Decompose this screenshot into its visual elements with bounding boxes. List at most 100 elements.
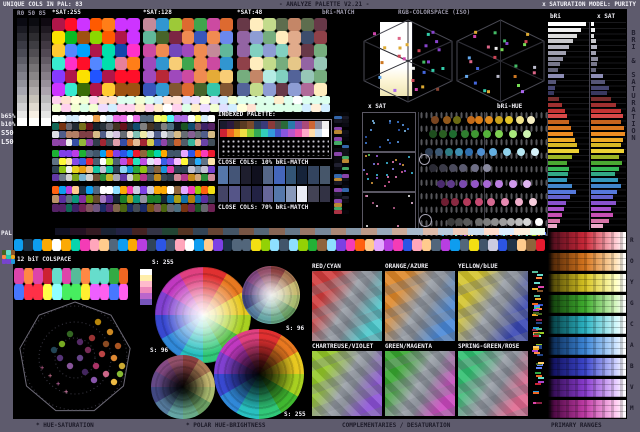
scatter-dot — [515, 198, 523, 206]
swatch — [254, 228, 270, 235]
hue-sat-dot — [102, 340, 110, 348]
cell — [92, 186, 100, 194]
cell — [106, 195, 114, 203]
cell — [70, 239, 81, 251]
cell — [114, 83, 128, 96]
cell — [119, 150, 127, 157]
tick — [537, 353, 544, 356]
dot — [400, 171, 403, 173]
cell — [52, 104, 62, 112]
swatch — [146, 228, 163, 235]
swatch — [285, 186, 297, 202]
cell — [208, 139, 215, 146]
swatch — [499, 228, 515, 235]
bri-match-label: bRi-MATCH — [322, 9, 355, 16]
cell — [383, 239, 394, 251]
cell — [89, 239, 100, 251]
cell — [126, 204, 134, 212]
swatch — [17, 41, 27, 49]
cell — [118, 239, 128, 251]
bri-bar — [548, 212, 562, 217]
cube-dot — [436, 87, 440, 91]
hue-sat-dot — [90, 376, 98, 384]
cell — [10, 250, 15, 255]
scatter-dot — [471, 164, 479, 172]
cell — [275, 44, 289, 57]
swatch — [41, 25, 51, 34]
cell — [283, 96, 293, 104]
cell — [478, 239, 489, 251]
scatter-ring-marker-2 — [419, 214, 432, 227]
ramp-column-85 — [41, 18, 51, 126]
cube-dot — [411, 79, 415, 82]
cell — [79, 150, 86, 157]
comp-label-spring-green-rose: SPRING-GREEN/ROSE — [458, 343, 520, 350]
sat-bar — [591, 189, 617, 194]
cell — [160, 158, 168, 165]
sat-bar — [591, 178, 618, 183]
swatch — [294, 121, 302, 129]
saturation-model-toggle[interactable]: x SATURATION MODEL: PURITY — [542, 1, 636, 9]
cell — [85, 139, 93, 146]
cell — [208, 123, 215, 130]
strip-row-11 — [52, 204, 215, 212]
cell — [307, 239, 318, 251]
cell — [133, 195, 141, 203]
sat48-toggle[interactable]: *SAT:48 — [237, 9, 262, 17]
range-texture — [548, 316, 626, 334]
swatch — [17, 110, 27, 119]
cell — [143, 83, 156, 96]
bri-bar — [548, 114, 567, 119]
cell — [42, 239, 52, 251]
cell — [218, 96, 229, 104]
bri-bar — [548, 143, 577, 148]
cell — [106, 166, 114, 173]
cell — [65, 131, 73, 138]
cell — [187, 139, 195, 146]
cell — [201, 174, 209, 181]
palette-index-column — [334, 112, 349, 214]
cell — [127, 44, 140, 57]
cell — [288, 239, 299, 251]
cell — [144, 96, 154, 104]
section-primary-ranges[interactable]: PRIMARY RANGES — [551, 422, 602, 430]
swatch — [220, 121, 227, 129]
tick — [536, 374, 543, 377]
bri-bar — [548, 154, 572, 159]
cell — [301, 18, 315, 31]
swatch — [220, 129, 227, 137]
cell — [314, 18, 327, 31]
swatch — [251, 166, 263, 184]
barchart-divider — [589, 22, 590, 230]
cell — [181, 204, 188, 212]
tick — [536, 401, 543, 404]
tick — [532, 302, 539, 305]
cell — [52, 96, 62, 104]
cell — [58, 115, 66, 122]
cell — [181, 18, 195, 31]
cell — [119, 204, 127, 212]
section-polar-hue-brightness[interactable]: * POLAR HUE-BRIGHTNESS — [186, 422, 265, 430]
cell — [181, 166, 188, 173]
cell — [174, 123, 182, 130]
cell — [65, 139, 73, 146]
cell — [167, 166, 175, 173]
hue-sat-dot — [114, 342, 122, 350]
cell — [440, 239, 451, 251]
section-complementaries[interactable]: COMPLEMENTARIES / DESATURATION — [342, 422, 450, 430]
cell — [220, 44, 233, 57]
section-hue-saturation[interactable]: * HUE-SATURATION — [36, 422, 94, 430]
cell — [194, 239, 204, 251]
cube-dot — [514, 64, 518, 68]
scatter-dot — [529, 198, 537, 206]
scatter-dot — [467, 116, 475, 124]
cell — [301, 31, 315, 44]
cell — [72, 123, 80, 130]
bri-bar — [548, 97, 559, 102]
cell — [72, 158, 80, 165]
sat255-toggle[interactable]: *SAT:255 — [52, 9, 81, 17]
cell — [144, 104, 154, 112]
cell — [232, 239, 242, 251]
sat128-toggle[interactable]: *SAT:128 — [143, 9, 172, 17]
cell — [85, 204, 93, 212]
